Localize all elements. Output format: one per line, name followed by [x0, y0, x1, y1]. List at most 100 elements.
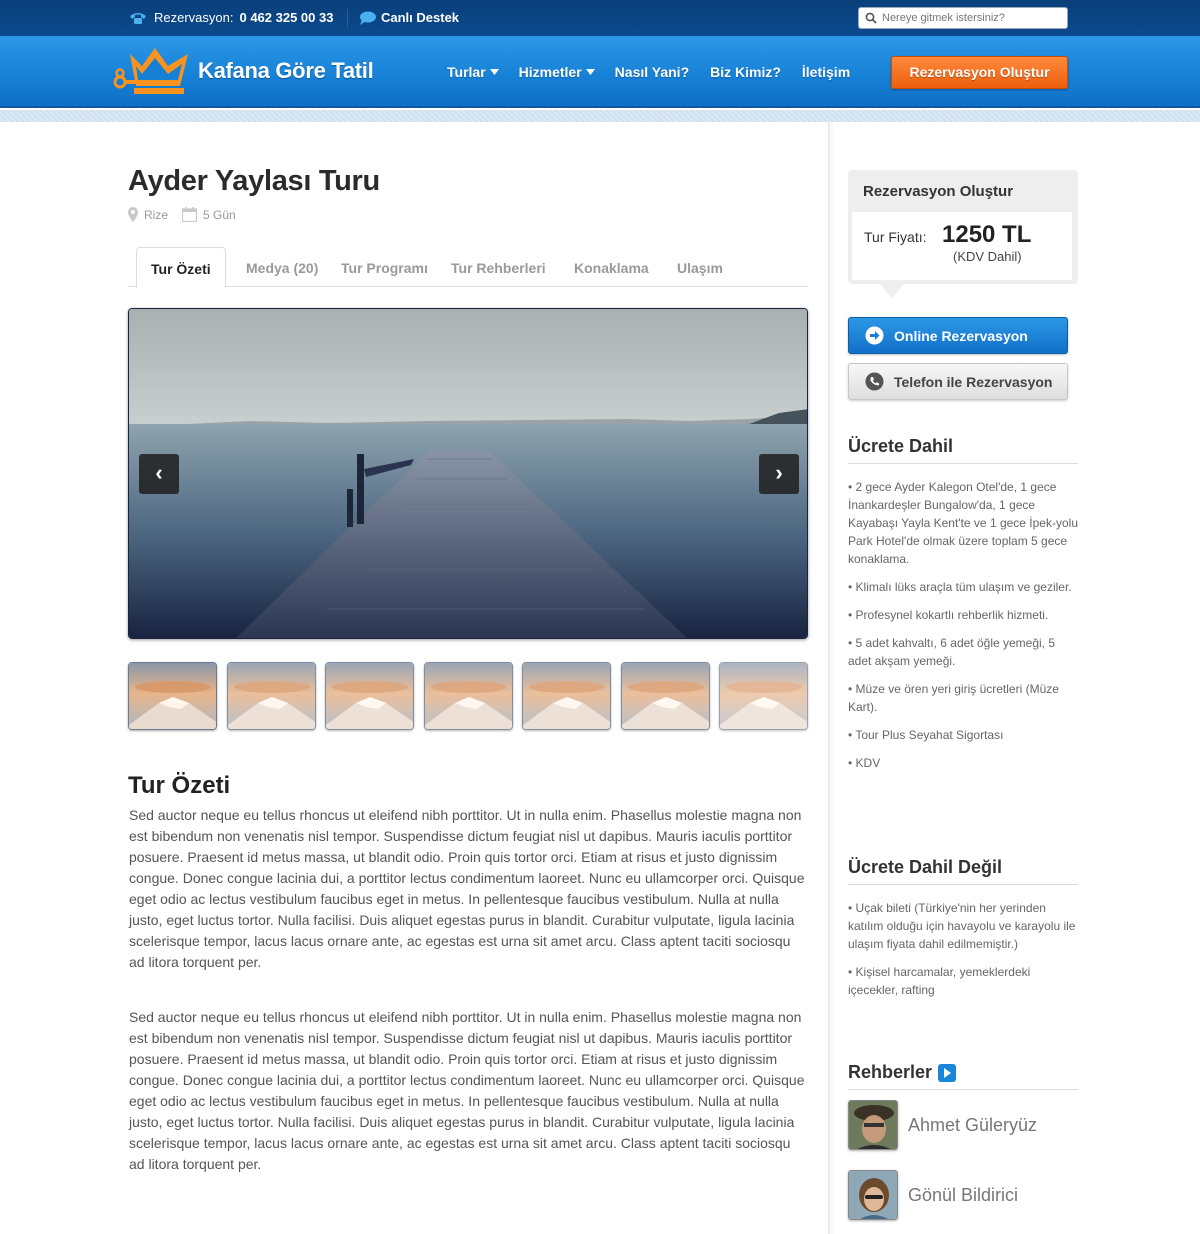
- included-list: 2 gece Ayder Kalegon Otel'de, 1 gece İna…: [848, 478, 1080, 782]
- phone-icon: [130, 12, 146, 24]
- excluded-list: Uçak bileti (Türkiye'nin her yerinden ka…: [848, 899, 1080, 1009]
- reservation-label: Rezervasyon:: [154, 10, 234, 25]
- caret-down-icon: [585, 69, 595, 75]
- gallery-prev-button[interactable]: ‹: [139, 454, 179, 494]
- list-item: KDV: [848, 754, 1080, 772]
- list-item: Müze ve ören yeri giriş ücretleri (Müze …: [848, 680, 1080, 716]
- tab-media[interactable]: Medya (20): [246, 247, 318, 287]
- search-icon: [865, 12, 877, 24]
- gallery-thumbnail[interactable]: [719, 662, 808, 730]
- list-item: Tour Plus Seyahat Sigortası: [848, 726, 1080, 744]
- guides-heading: Rehberler: [848, 1062, 957, 1083]
- nav-item-services[interactable]: Hizmetler: [519, 64, 595, 80]
- gallery-thumbnail[interactable]: [621, 662, 710, 730]
- price-label: Tur Fiyatı:: [864, 229, 927, 245]
- guide-card[interactable]: Gönül Bildirici: [848, 1170, 1018, 1220]
- calendar-icon: [182, 207, 198, 222]
- mountain-thumbnail: [326, 663, 413, 729]
- mountain-thumbnail: [622, 663, 709, 729]
- gallery-thumbnail[interactable]: [128, 662, 217, 730]
- gallery-thumbnail[interactable]: [424, 662, 513, 730]
- play-icon[interactable]: [938, 1063, 957, 1082]
- top-bar: Rezervasyon: 0 462 325 00 33 Canlı Deste…: [0, 0, 1200, 36]
- mountain-thumbnail: [228, 663, 315, 729]
- tab-guides[interactable]: Tur Rehberleri: [451, 247, 546, 287]
- page-title: Ayder Yaylası Turu: [128, 165, 380, 197]
- live-support-link[interactable]: Canlı Destek: [359, 10, 459, 25]
- tab-accommodation[interactable]: Konaklama: [574, 247, 649, 287]
- nav-menu: Turlar Hizmetler Nasıl Yani? Biz Kimiz? …: [447, 64, 850, 80]
- crown-key-icon: [113, 48, 188, 94]
- nav-item-label: Hizmetler: [518, 64, 582, 80]
- phone-reservation-label: Telefon ile Rezervasyon: [894, 373, 1053, 390]
- brand-logo[interactable]: Kafana Göre Tatil: [112, 46, 374, 96]
- tour-location: Rize: [144, 207, 169, 222]
- online-reservation-button[interactable]: Online Rezervasyon: [848, 317, 1068, 354]
- photo-gallery[interactable]: ‹ ›: [128, 308, 808, 639]
- excluded-divider: [848, 884, 1078, 885]
- mountain-thumbnail: [129, 663, 216, 729]
- live-support-label: Canlı Destek: [381, 10, 460, 25]
- summary-paragraph: Sed auctor neque eu tellus rhoncus ut el…: [129, 1009, 805, 1172]
- guide-card[interactable]: Ahmet Güleryüz: [848, 1100, 1037, 1150]
- list-item: Uçak bileti (Türkiye'nin her yerinden ka…: [848, 899, 1080, 953]
- list-item: Klimalı lüks araçla tüm ulaşım ve gezile…: [848, 578, 1080, 596]
- nav-item-tours[interactable]: Turlar: [447, 64, 499, 80]
- header-pattern-strip: [0, 110, 1200, 122]
- chat-bubble-icon: [360, 11, 376, 25]
- guide-name: Ahmet Güleryüz: [908, 1114, 1038, 1135]
- guides-divider: [848, 1089, 1078, 1090]
- phone-number: 0 462 325 00 33: [239, 10, 334, 25]
- tab-program[interactable]: Tur Programı: [341, 247, 428, 287]
- summary-heading: Tur Özeti: [128, 772, 231, 799]
- nav-item-label: Biz Kimiz?: [710, 64, 781, 80]
- guides-heading-label: Rehberler: [848, 1062, 933, 1082]
- guide-photo: [849, 1101, 897, 1149]
- tab-transport[interactable]: Ulaşım: [677, 247, 723, 287]
- nav-item-label: İletişim: [801, 64, 851, 80]
- gallery-next-button[interactable]: ›: [759, 454, 799, 494]
- location-pin-icon: [128, 207, 138, 222]
- mountain-thumbnail: [425, 663, 512, 729]
- topbar-divider: [347, 9, 348, 27]
- mountain-thumbnail: [720, 663, 807, 729]
- phone-reservation-button[interactable]: Telefon ile Rezervasyon: [848, 363, 1068, 400]
- nav-item-about[interactable]: Biz Kimiz?: [710, 64, 781, 80]
- excluded-heading: Ücrete Dahil Değil: [848, 857, 1003, 877]
- search-input[interactable]: [882, 12, 1062, 24]
- included-heading: Ücrete Dahil: [848, 436, 954, 456]
- tour-price: 1250 TL: [942, 221, 1032, 248]
- nav-item-label: Turlar: [447, 64, 486, 80]
- list-item: 2 gece Ayder Kalegon Otel'de, 1 gece İna…: [848, 478, 1080, 568]
- gallery-thumbnails: [128, 662, 808, 732]
- create-reservation-button[interactable]: Rezervasyon Oluştur: [891, 56, 1068, 89]
- reservation-phone[interactable]: Rezervasyon: 0 462 325 00 33: [128, 10, 333, 25]
- sidebar-shadow: [829, 122, 835, 1234]
- list-item: Profesynel kokartlı rehberlik hizmeti.: [848, 606, 1080, 624]
- gallery-thumbnail[interactable]: [227, 662, 316, 730]
- pier-photo: [129, 309, 807, 638]
- nav-item-contact[interactable]: İletişim: [802, 64, 850, 80]
- list-item: 5 adet kahvaltı, 6 adet öğle yemeği, 5 a…: [848, 634, 1080, 670]
- guide-photo: [849, 1171, 897, 1219]
- main-navigation: Kafana Göre Tatil Turlar Hizmetler Nasıl…: [0, 36, 1200, 108]
- phone-circle-icon: [865, 372, 884, 391]
- gallery-thumbnail[interactable]: [522, 662, 611, 730]
- avatar: [848, 1100, 898, 1150]
- arrow-right-circle-icon: [865, 326, 884, 345]
- reservation-box: Rezervasyon Oluştur Tur Fiyatı: 1250 TL …: [848, 170, 1078, 284]
- gallery-thumbnail[interactable]: [325, 662, 414, 730]
- nav-item-label: Nasıl Yani?: [614, 64, 690, 80]
- brand-name: Kafana Göre Tatil: [198, 58, 374, 83]
- nav-item-how[interactable]: Nasıl Yani?: [615, 64, 689, 80]
- search-box[interactable]: [858, 7, 1068, 29]
- tour-meta: Rize 5 Gün: [128, 207, 236, 222]
- avatar: [848, 1170, 898, 1220]
- summary-paragraph: Sed auctor neque eu tellus rhoncus ut el…: [129, 807, 805, 970]
- tab-summary[interactable]: Tur Özeti: [136, 247, 226, 288]
- caret-down-icon: [489, 69, 499, 75]
- reservation-box-pointer: [880, 284, 904, 298]
- included-divider: [848, 463, 1078, 464]
- guide-name: Gönül Bildirici: [908, 1184, 1019, 1205]
- price-panel: Tur Fiyatı: 1250 TL (KDV Dahil): [852, 212, 1072, 280]
